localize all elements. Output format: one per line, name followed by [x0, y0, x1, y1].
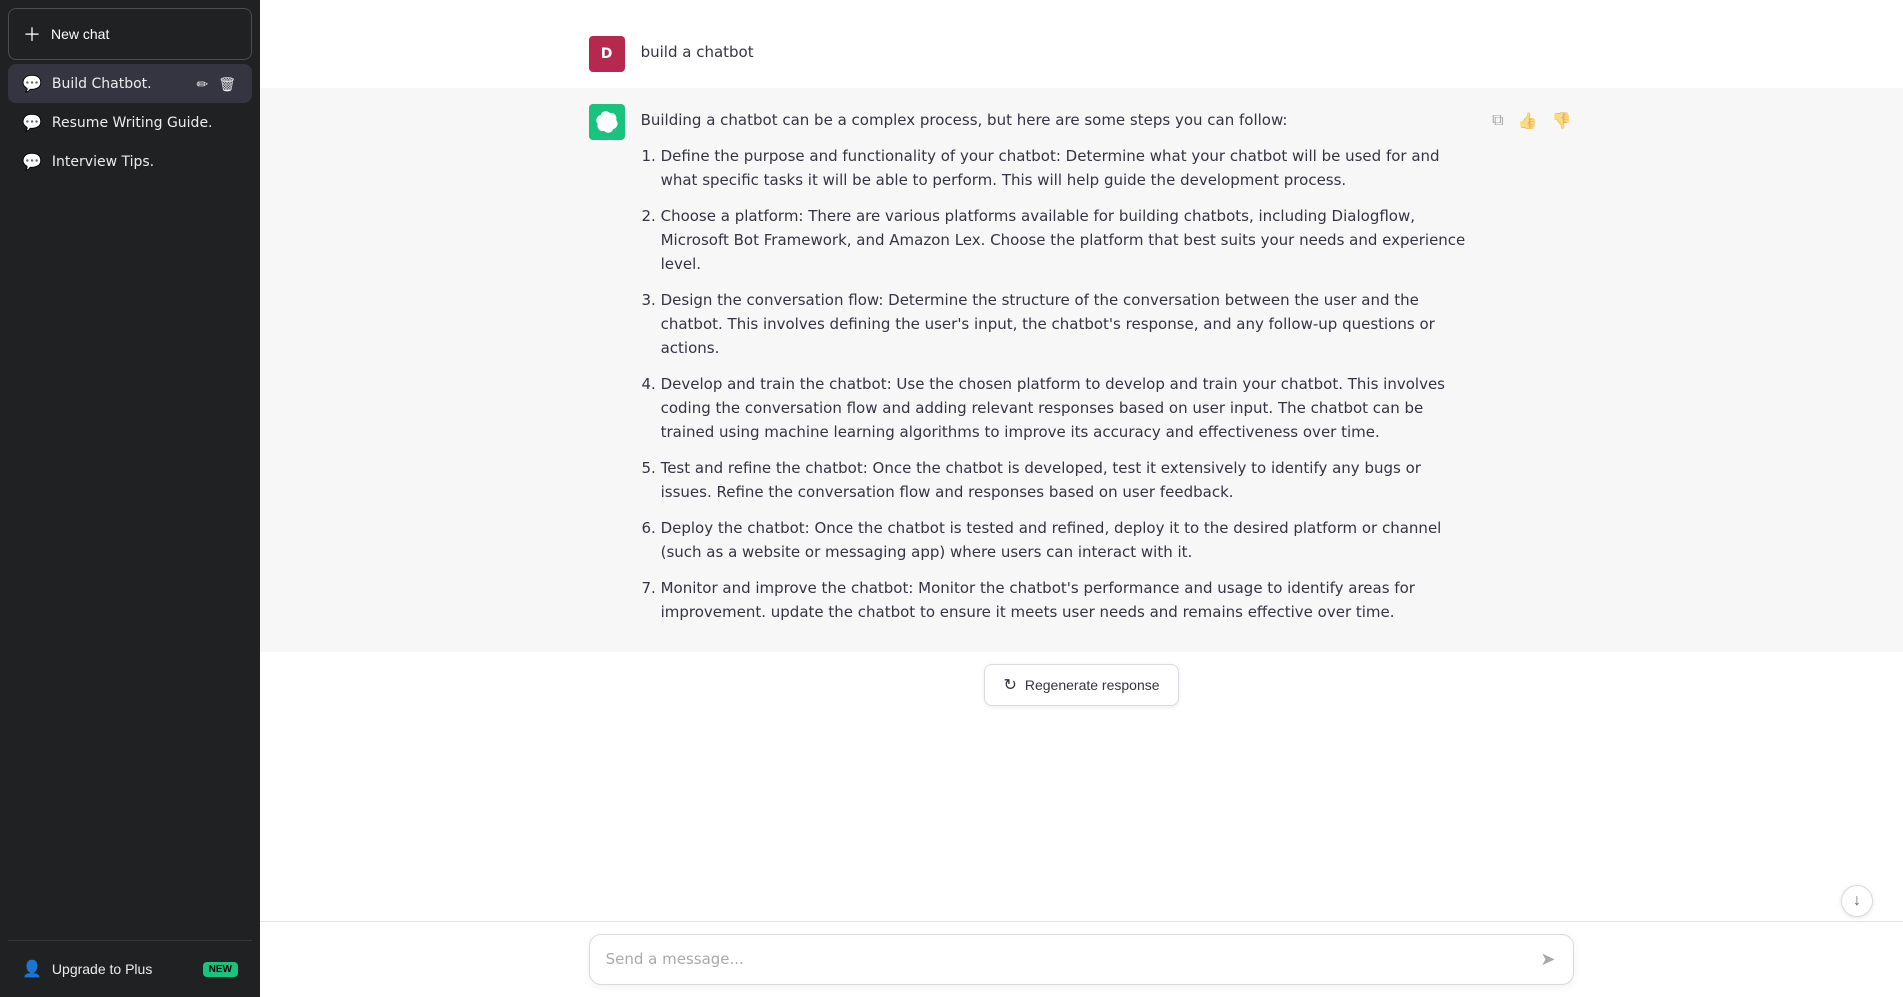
sidebar: ＋ New chat 💬 Build Chatbot. ✏ 🗑 💬 Resume…	[0, 0, 260, 997]
main-content: D build a chatbot Building a chatbot can…	[260, 0, 1903, 997]
input-wrapper: ➤	[589, 934, 1575, 985]
regenerate-icon: ↻	[1003, 675, 1016, 695]
input-area: ➤ ↓	[260, 921, 1903, 997]
user-avatar: D	[589, 36, 625, 72]
message-actions: ⧉ 👍 👎	[1489, 104, 1574, 134]
user-icon: 👤	[22, 959, 42, 979]
send-icon: ➤	[1540, 949, 1555, 970]
thumbs-down-button[interactable]: 👎	[1548, 108, 1574, 134]
upgrade-label: Upgrade to Plus	[52, 961, 152, 977]
step-item: Deploy the chatbot: Once the chatbot is …	[661, 516, 1474, 564]
upgrade-button[interactable]: 👤 Upgrade to Plus NEW	[8, 949, 252, 989]
step-item: Design the conversation flow: Determine …	[661, 288, 1474, 360]
step-item: Develop and train the chatbot: Use the c…	[661, 372, 1474, 444]
chat-icon: 💬	[22, 113, 42, 132]
edit-chat-button[interactable]: ✏	[194, 75, 210, 93]
user-message-row: D build a chatbot	[260, 20, 1903, 88]
chat-label: Interview Tips.	[52, 154, 238, 170]
send-button[interactable]: ➤	[1538, 947, 1557, 972]
chat-actions: ✏ 🗑	[194, 75, 238, 93]
regenerate-label: Regenerate response	[1025, 677, 1160, 693]
ai-intro: Building a chatbot can be a complex proc…	[641, 108, 1474, 132]
plus-icon: ＋	[23, 21, 41, 47]
thumbs-up-button[interactable]: 👍	[1515, 108, 1541, 134]
steps-list: Define the purpose and functionality of …	[641, 144, 1474, 624]
chat-list: 💬 Build Chatbot. ✏ 🗑 💬 Resume Writing Gu…	[8, 64, 252, 932]
chat-label: Build Chatbot.	[52, 76, 185, 92]
chat-label: Resume Writing Guide.	[52, 115, 238, 131]
step-item: Define the purpose and functionality of …	[661, 144, 1474, 192]
step-item: Test and refine the chatbot: Once the ch…	[661, 456, 1474, 504]
regenerate-container: ↻ Regenerate response	[260, 652, 1903, 718]
step-item: Choose a platform: There are various pla…	[661, 204, 1474, 276]
message-input[interactable]	[606, 948, 1531, 971]
sidebar-item-resume-writing[interactable]: 💬 Resume Writing Guide.	[8, 103, 252, 142]
sidebar-item-interview-tips[interactable]: 💬 Interview Tips.	[8, 142, 252, 181]
user-message-content: build a chatbot	[641, 36, 1575, 64]
new-chat-button[interactable]: ＋ New chat	[8, 8, 252, 60]
new-badge: NEW	[203, 962, 238, 977]
scroll-to-bottom-button[interactable]: ↓	[1841, 885, 1873, 917]
regenerate-button[interactable]: ↻ Regenerate response	[984, 664, 1178, 706]
chevron-down-icon: ↓	[1853, 892, 1861, 910]
ai-message-content: Building a chatbot can be a complex proc…	[641, 104, 1474, 636]
new-chat-label: New chat	[51, 26, 109, 42]
ai-avatar	[589, 104, 625, 140]
ai-message-row: Building a chatbot can be a complex proc…	[260, 88, 1903, 652]
chat-area: D build a chatbot Building a chatbot can…	[260, 0, 1903, 921]
sidebar-bottom: 👤 Upgrade to Plus NEW	[8, 940, 252, 989]
sidebar-item-build-chatbot[interactable]: 💬 Build Chatbot. ✏ 🗑	[8, 64, 252, 103]
step-item: Monitor and improve the chatbot: Monitor…	[661, 576, 1474, 624]
chat-icon: 💬	[22, 74, 42, 93]
copy-button[interactable]: ⧉	[1489, 109, 1506, 133]
chat-icon: 💬	[22, 152, 42, 171]
delete-chat-button[interactable]: 🗑	[216, 75, 238, 93]
